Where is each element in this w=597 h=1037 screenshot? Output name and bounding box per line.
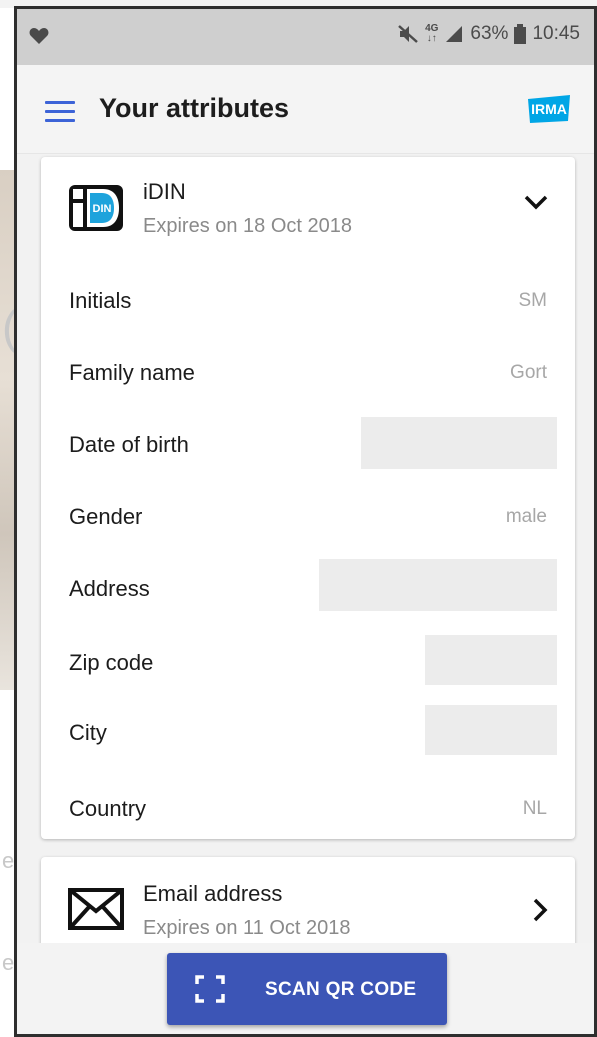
attribute-row-family-name: Family name Gort bbox=[41, 345, 575, 401]
envelope-icon bbox=[68, 888, 124, 930]
menu-icon[interactable] bbox=[45, 101, 75, 123]
chevron-down-icon[interactable] bbox=[523, 193, 549, 211]
attribute-row-zip-code: Zip code bbox=[41, 635, 575, 691]
network-type: 4G ↓↑ bbox=[425, 23, 439, 44]
phone-screen: 4G ↓↑ 63% 10:45 Your attributes IRMA DIN… bbox=[14, 6, 597, 1037]
attribute-value: male bbox=[505, 506, 547, 527]
scan-qr-button[interactable]: SCAN QR CODE bbox=[167, 953, 447, 1025]
background-photo bbox=[0, 170, 14, 690]
status-icons: 4G ↓↑ 63% 10:45 bbox=[397, 23, 580, 45]
qr-scan-icon bbox=[195, 975, 225, 1003]
svg-text:IRMA: IRMA bbox=[531, 101, 567, 117]
attribute-row-date-of-birth: Date of birth bbox=[41, 417, 575, 473]
app-bar: Your attributes IRMA bbox=[17, 65, 594, 154]
svg-text:DIN: DIN bbox=[93, 203, 112, 215]
attribute-value: SM bbox=[518, 290, 548, 311]
clock: 10:45 bbox=[532, 23, 580, 44]
attribute-row-country: Country NL bbox=[41, 781, 575, 837]
scan-qr-label: SCAN QR CODE bbox=[265, 979, 417, 1000]
attribute-value: Gort bbox=[510, 362, 547, 383]
bottom-bar: SCAN QR CODE bbox=[17, 943, 594, 1034]
chevron-right-icon[interactable] bbox=[531, 897, 549, 923]
credential-expiry: Expires on 18 Oct 2018 bbox=[143, 215, 353, 237]
attribute-row-city: City bbox=[41, 705, 575, 761]
heart-icon bbox=[29, 28, 49, 44]
redacted-value bbox=[319, 559, 557, 611]
irma-logo[interactable]: IRMA bbox=[526, 93, 572, 125]
attribute-label: Initials bbox=[69, 288, 132, 313]
credential-header[interactable]: DIN iDIN Expires on 18 Oct 2018 bbox=[41, 157, 575, 257]
credential-card-idin: DIN iDIN Expires on 18 Oct 2018 Initials… bbox=[41, 157, 575, 839]
attribute-label: Country bbox=[69, 796, 147, 821]
attribute-row-address: Address bbox=[41, 559, 575, 617]
attribute-label: Gender bbox=[69, 504, 143, 529]
page-title: Your attributes bbox=[99, 93, 290, 123]
attribute-label: Address bbox=[69, 576, 150, 601]
credential-expiry: Expires on 11 Oct 2018 bbox=[143, 917, 351, 939]
attribute-row-initials: Initials SM bbox=[41, 273, 575, 329]
attribute-value: NL bbox=[522, 798, 547, 819]
background-fragment: e bbox=[2, 950, 15, 975]
redacted-value bbox=[361, 417, 557, 469]
redacted-value bbox=[425, 635, 557, 685]
mute-icon bbox=[398, 25, 418, 43]
attribute-label: City bbox=[69, 720, 107, 745]
attribute-label: Date of birth bbox=[69, 432, 189, 457]
battery-percent: 63% bbox=[470, 23, 509, 44]
status-bar: 4G ↓↑ 63% 10:45 bbox=[17, 9, 594, 65]
attribute-row-gender: Gender male bbox=[41, 489, 575, 545]
signal-icon bbox=[446, 26, 463, 42]
attribute-label: Family name bbox=[69, 360, 195, 385]
background-fragment: e bbox=[2, 848, 15, 873]
credential-name: iDIN bbox=[143, 179, 186, 204]
idin-icon: DIN bbox=[69, 185, 123, 231]
battery-icon bbox=[514, 24, 527, 44]
credential-name: Email address bbox=[143, 881, 283, 906]
attribute-label: Zip code bbox=[69, 650, 154, 675]
redacted-value bbox=[425, 705, 557, 755]
